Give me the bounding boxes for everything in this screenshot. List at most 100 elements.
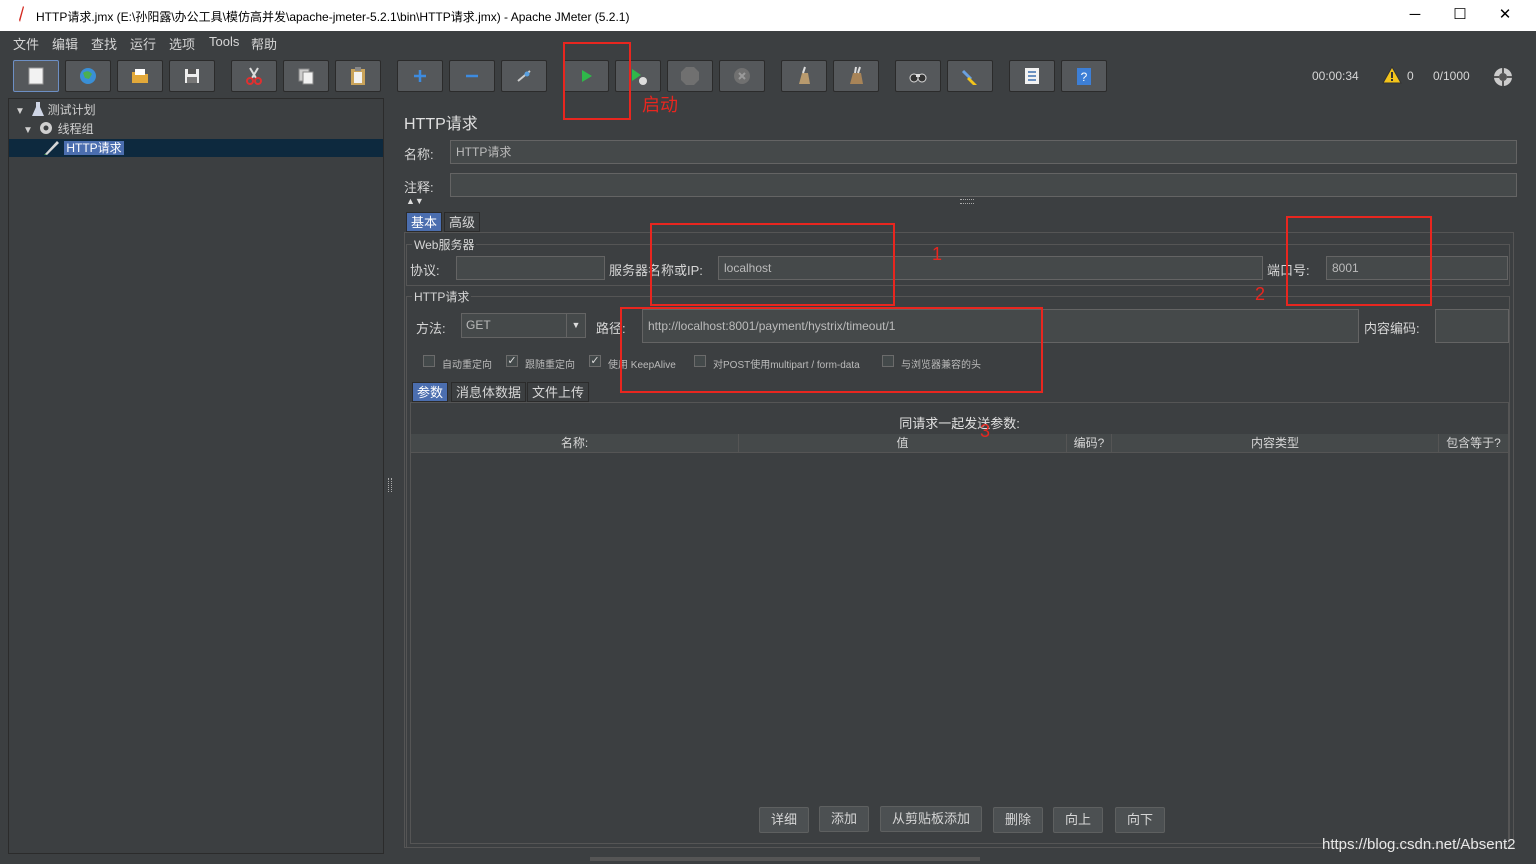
gear-icon <box>40 122 53 134</box>
window-title-bar: HTTP请求.jmx (E:\孙阳露\办公工具\模仿高并发\apache-jme… <box>0 0 1536 31</box>
close-button[interactable]: ✕ <box>1485 4 1525 26</box>
protocol-field[interactable] <box>456 256 605 280</box>
port-label: 端口号: <box>1267 263 1310 278</box>
follow-redirects-checkbox[interactable]: ✓ <box>506 355 518 367</box>
collapse-icon <box>466 74 478 78</box>
menu-options[interactable]: 选项 <box>169 34 195 53</box>
start-no-pause-icon <box>632 69 647 85</box>
tab-basic[interactable]: 基本 <box>406 212 443 232</box>
tree-item-label: 测试计划 <box>47 103 96 117</box>
collapse-arrows-icon[interactable]: ▲▼ <box>406 196 424 206</box>
reset-search-button[interactable] <box>947 60 993 92</box>
start-no-pauses-button[interactable] <box>615 60 661 92</box>
column-header-value[interactable]: 值 <box>739 434 1067 452</box>
splitter[interactable] <box>384 98 394 854</box>
clear-button[interactable] <box>781 60 827 92</box>
open-button[interactable] <box>117 60 163 92</box>
checkbox-label: 与浏览器兼容的头 <box>901 360 981 371</box>
keepalive-checkbox[interactable]: ✓ <box>589 355 601 367</box>
new-button[interactable] <box>13 60 59 92</box>
panel-title: HTTP请求 <box>404 116 478 133</box>
tree-item-test-plan[interactable]: ▼ 测试计划 <box>15 101 375 119</box>
add-from-clipboard-button[interactable]: 从剪贴板添加 <box>880 806 982 832</box>
tree-item-label: 线程组 <box>57 122 94 136</box>
chevron-down-icon[interactable]: ▼ <box>566 314 585 337</box>
browser-headers-checkbox[interactable] <box>882 355 894 367</box>
menu-tools[interactable]: Tools <box>209 34 239 49</box>
comment-field[interactable] <box>450 173 1517 197</box>
checkbox-label: 自动重定向 <box>442 360 492 371</box>
jmeter-logo-icon <box>19 6 24 22</box>
function-helper-button[interactable] <box>1009 60 1055 92</box>
search-icon <box>909 73 927 83</box>
maximize-button[interactable]: ☐ <box>1440 4 1480 26</box>
name-field[interactable]: HTTP请求 <box>450 140 1517 164</box>
clear-all-icon <box>850 66 863 84</box>
content-encoding-label: 内容编码: <box>1364 321 1420 336</box>
column-header-name[interactable]: 名称: <box>411 434 739 452</box>
paste-button[interactable] <box>335 60 381 92</box>
tree-item-http-request[interactable]: HTTP请求 <box>9 139 383 157</box>
minimize-button[interactable]: ─ <box>1395 4 1435 26</box>
search-button[interactable] <box>895 60 941 92</box>
path-field[interactable]: http://localhost:8001/payment/hystrix/ti… <box>642 309 1359 343</box>
copy-button[interactable] <box>283 60 329 92</box>
expand-arrow-icon[interactable]: ▼ <box>15 106 25 117</box>
redirect-auto-checkbox[interactable] <box>423 355 435 367</box>
tab-body-data[interactable]: 消息体数据 <box>451 382 527 402</box>
cut-button[interactable] <box>231 60 277 92</box>
comment-label: 注释: <box>404 180 434 195</box>
protocol-label: 协议: <box>410 263 440 278</box>
warning-icon <box>1382 66 1402 84</box>
multipart-checkbox[interactable] <box>694 355 706 367</box>
shutdown-icon <box>734 68 750 84</box>
horizontal-scrollbar[interactable] <box>590 857 980 861</box>
test-plan-icon <box>32 102 45 116</box>
clear-icon <box>799 66 810 84</box>
templates-button[interactable] <box>65 60 111 92</box>
cut-icon <box>246 67 262 85</box>
menu-edit[interactable]: 编辑 <box>52 34 78 53</box>
toggle-icon <box>517 70 531 82</box>
column-header-encode[interactable]: 编码? <box>1067 434 1112 452</box>
menu-search[interactable]: 查找 <box>91 34 117 53</box>
menu-run[interactable]: 运行 <box>130 34 156 53</box>
column-header-content-type[interactable]: 内容类型 <box>1112 434 1439 452</box>
expand-arrow-icon[interactable]: ▼ <box>23 125 33 136</box>
elapsed-time: 00:00:34 <box>1312 69 1359 83</box>
menu-help[interactable]: 帮助 <box>251 34 277 53</box>
menu-file[interactable]: 文件 <box>13 34 39 53</box>
clear-all-button[interactable] <box>833 60 879 92</box>
method-select[interactable]: GET ▼ <box>461 313 586 338</box>
annotation-mark-1: 1 <box>932 244 943 264</box>
tree-item-thread-group[interactable]: ▼ 线程组 <box>23 120 375 138</box>
save-button[interactable] <box>169 60 215 92</box>
test-plan-tree: ▼ 测试计划 ▼ 线程组 HTTP请求 <box>8 98 384 854</box>
expand-all-button[interactable] <box>397 60 443 92</box>
stop-button[interactable] <box>667 60 713 92</box>
column-header-include-equals[interactable]: 包含等于? <box>1439 434 1508 452</box>
port-field[interactable]: 8001 <box>1326 256 1508 280</box>
content-encoding-field[interactable] <box>1435 309 1509 343</box>
help-icon: ? <box>1077 68 1091 85</box>
add-button[interactable]: 添加 <box>819 806 869 832</box>
delete-button[interactable]: 删除 <box>993 807 1043 833</box>
start-button[interactable] <box>563 60 609 92</box>
method-value: GET <box>466 318 491 332</box>
help-button[interactable]: ? <box>1061 60 1107 92</box>
parameters-table-body[interactable] <box>411 452 1508 792</box>
server-name-field[interactable]: localhost <box>718 256 1263 280</box>
start-icon <box>582 70 592 82</box>
tree-item-label: HTTP请求 <box>64 141 124 155</box>
tab-advanced[interactable]: 高级 <box>444 212 481 232</box>
down-button[interactable]: 向下 <box>1115 807 1165 833</box>
resize-grip-icon[interactable] <box>960 199 974 204</box>
up-button[interactable]: 向上 <box>1053 807 1103 833</box>
tab-parameters[interactable]: 参数 <box>412 382 449 402</box>
save-icon <box>185 69 199 83</box>
collapse-all-button[interactable] <box>449 60 495 92</box>
shutdown-button[interactable] <box>719 60 765 92</box>
detail-button[interactable]: 详细 <box>759 807 809 833</box>
toggle-button[interactable] <box>501 60 547 92</box>
tab-files-upload[interactable]: 文件上传 <box>527 382 590 402</box>
